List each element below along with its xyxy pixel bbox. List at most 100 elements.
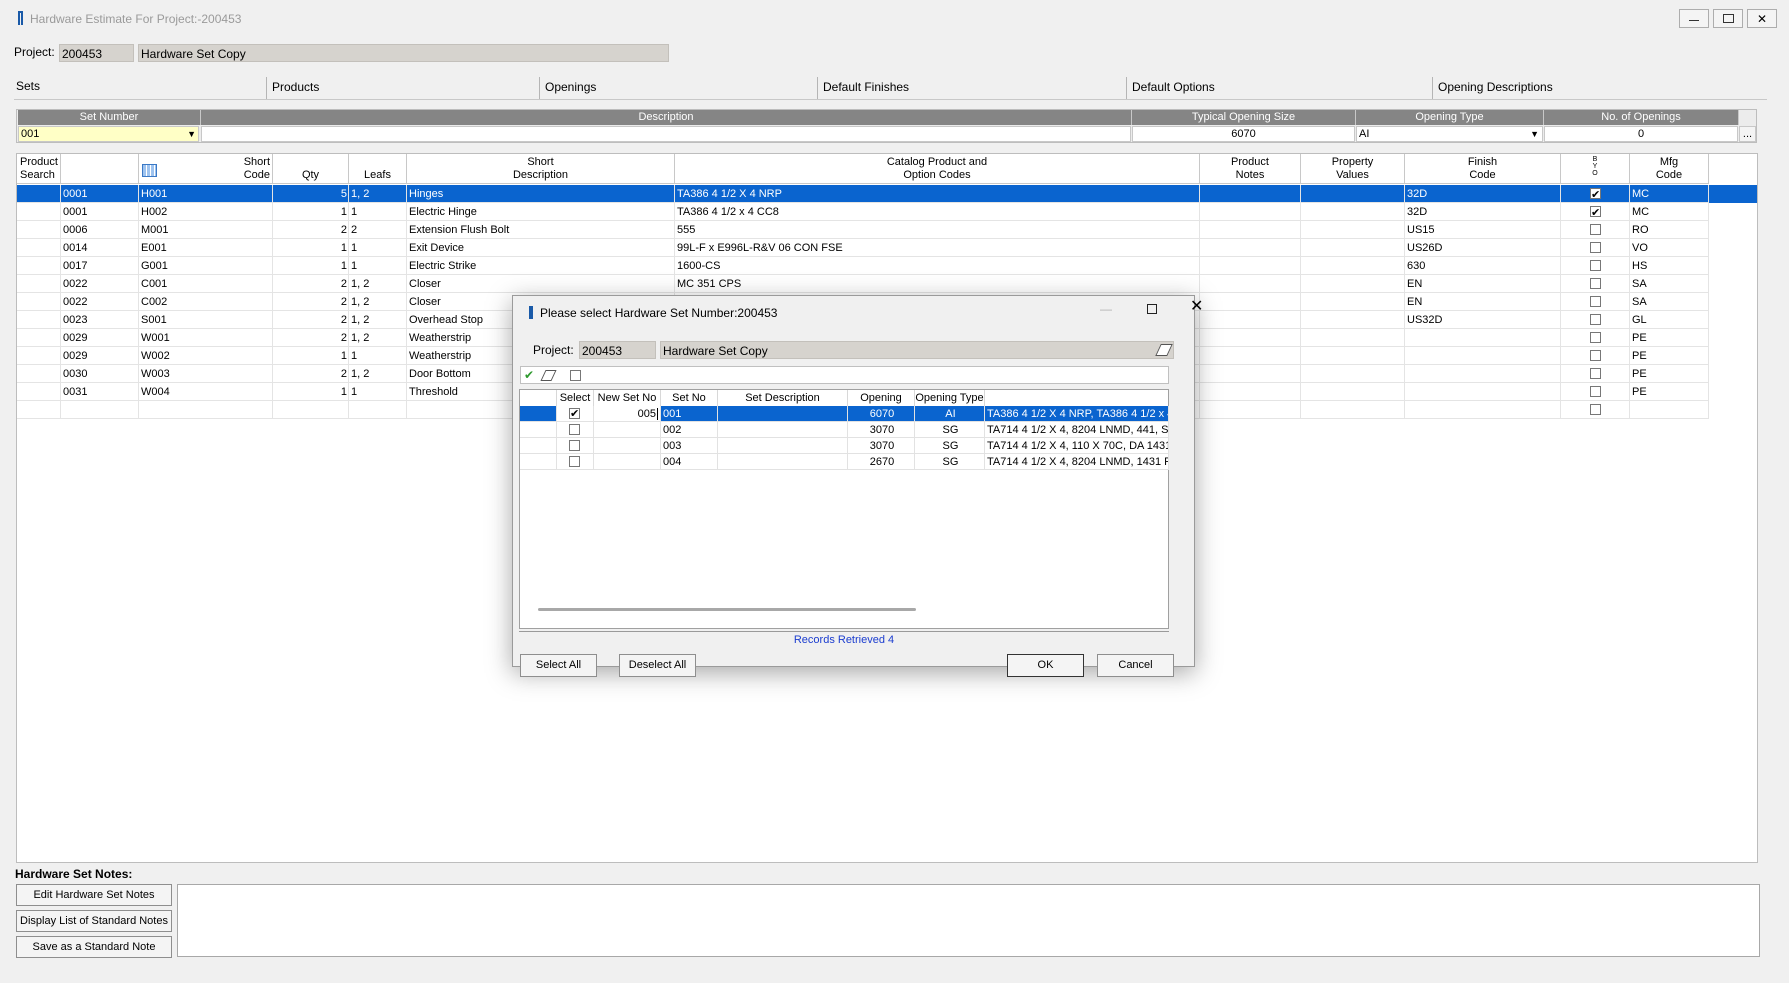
set-no-cell[interactable]: 003 [661, 438, 718, 454]
select-all-button[interactable]: Select All [520, 654, 597, 677]
set-description-cell[interactable] [718, 406, 848, 422]
dialog-minimize-icon[interactable]: — [1100, 302, 1122, 320]
byo-checkbox[interactable] [1590, 260, 1601, 271]
finish-code-cell[interactable]: 32D [1405, 203, 1561, 221]
opening-type-cell[interactable]: SG [915, 454, 985, 470]
product-search-cell[interactable] [17, 239, 61, 257]
products-cell[interactable]: TA714 4 1/2 X 4, 110 X 70C, DA 1431 O, [985, 438, 1169, 454]
calendar-icon[interactable] [142, 164, 157, 177]
display-standard-notes-button[interactable]: Display List of Standard Notes [16, 910, 172, 932]
opening-size-cell[interactable]: 2670 [848, 454, 915, 470]
qty-cell[interactable]: 2 [273, 221, 349, 239]
set-no-cell[interactable]: 004 [661, 454, 718, 470]
leafs-cell[interactable]: 1, 2 [349, 311, 407, 329]
opening-size-cell[interactable]: 6070 [848, 406, 915, 422]
byo-checkbox[interactable] [1590, 332, 1601, 343]
notes-textarea[interactable] [177, 884, 1760, 957]
mfg-code-cell[interactable]: HS [1630, 257, 1709, 275]
catalog-cell[interactable]: 1600-CS [675, 257, 1200, 275]
finish-code-cell[interactable]: 630 [1405, 257, 1561, 275]
leafs-cell[interactable]: 1, 2 [349, 185, 407, 203]
mfg-code-cell[interactable]: PE [1630, 347, 1709, 365]
mfg-code-cell[interactable]: RO [1630, 221, 1709, 239]
select-checkbox[interactable] [569, 456, 580, 467]
products-cell[interactable]: TA714 4 1/2 X 4, 8204 LNMD, 441, SR64 [985, 422, 1169, 438]
finish-code-cell[interactable]: US15 [1405, 221, 1561, 239]
dialog-maximize-icon[interactable] [1147, 304, 1157, 314]
id-cell[interactable]: 0023 [61, 311, 139, 329]
set-description-cell[interactable] [718, 438, 848, 454]
edit-hardware-set-notes-button[interactable]: Edit Hardware Set Notes [16, 884, 172, 906]
id-cell[interactable]: 0029 [61, 347, 139, 365]
qty-cell[interactable]: 2 [273, 329, 349, 347]
product-notes-cell[interactable] [1200, 203, 1301, 221]
id-cell[interactable]: 0029 [61, 329, 139, 347]
byo-checkbox[interactable] [1590, 224, 1601, 235]
product-search-cell[interactable] [17, 329, 61, 347]
qty-cell[interactable]: 1 [273, 257, 349, 275]
property-values-cell[interactable] [1301, 257, 1405, 275]
property-values-cell[interactable] [1301, 203, 1405, 221]
tab-openings[interactable]: Openings [539, 77, 817, 99]
dialog-table-row[interactable]: 004 2670 SG TA714 4 1/2 X 4, 8204 LNMD, 143… [520, 454, 1169, 470]
tab-opening-descriptions[interactable]: Opening Descriptions [1432, 77, 1767, 99]
close-button[interactable]: ✕ [1747, 9, 1777, 28]
leafs-cell[interactable]: 1 [349, 383, 407, 401]
product-notes-cell[interactable] [1200, 401, 1301, 419]
product-notes-cell[interactable] [1200, 329, 1301, 347]
product-notes-cell[interactable] [1200, 311, 1301, 329]
restore-button[interactable] [1713, 9, 1743, 28]
property-values-cell[interactable] [1301, 185, 1405, 203]
product-notes-cell[interactable] [1200, 239, 1301, 257]
catalog-cell[interactable]: 555 [675, 221, 1200, 239]
table-row[interactable]: 0022 C001 2 1, 2 Closer MC 351 CPS EN SA [17, 275, 1757, 293]
leafs-cell[interactable]: 1 [349, 203, 407, 221]
table-row[interactable]: 0001 H001 5 1, 2 Hinges TA386 4 1/2 X 4 NRP 32… [17, 185, 1757, 203]
products-cell[interactable]: TA386 4 1/2 X 4 NRP, TA386 4 1/2 x 4 CC [985, 406, 1169, 422]
finish-code-cell[interactable] [1405, 401, 1561, 419]
product-search-cell[interactable] [17, 293, 61, 311]
short-code-cell[interactable]: C002 [139, 293, 273, 311]
byo-checkbox[interactable] [1590, 278, 1601, 289]
opening-size-cell[interactable]: 3070 [848, 422, 915, 438]
short-description-cell[interactable]: Electric Hinge [407, 203, 675, 221]
id-cell[interactable] [61, 401, 139, 419]
id-cell[interactable]: 0001 [61, 185, 139, 203]
product-notes-cell[interactable] [1200, 185, 1301, 203]
mfg-code-cell[interactable]: PE [1630, 329, 1709, 347]
short-code-cell[interactable]: W003 [139, 365, 273, 383]
property-values-cell[interactable] [1301, 365, 1405, 383]
set-no-cell[interactable]: 002 [661, 422, 718, 438]
dialog-row-header-cell[interactable] [520, 438, 557, 454]
id-cell[interactable]: 0022 [61, 275, 139, 293]
product-notes-cell[interactable] [1200, 293, 1301, 311]
tab-sets[interactable]: Sets [14, 77, 266, 99]
leafs-cell[interactable]: 1 [349, 347, 407, 365]
product-notes-cell[interactable] [1200, 383, 1301, 401]
finish-code-cell[interactable]: 32D [1405, 185, 1561, 203]
product-notes-cell[interactable] [1200, 365, 1301, 383]
minimize-button[interactable] [1679, 9, 1709, 28]
select-cell[interactable] [557, 406, 594, 422]
cancel-button[interactable]: Cancel [1097, 654, 1174, 677]
dialog-row-header-cell[interactable] [520, 454, 557, 470]
products-cell[interactable]: TA714 4 1/2 X 4, 8204 LNMD, 1431 P9, 1 [985, 454, 1169, 470]
leafs-cell[interactable]: 1, 2 [349, 329, 407, 347]
product-search-cell[interactable] [17, 275, 61, 293]
byo-checkbox[interactable] [1590, 368, 1601, 379]
finish-code-cell[interactable]: EN [1405, 293, 1561, 311]
table-row[interactable]: 0014 E001 1 1 Exit Device 99L-F x E996L-R&V 0… [17, 239, 1757, 257]
ellipsis-button[interactable]: ... [1739, 126, 1756, 142]
short-code-cell[interactable]: S001 [139, 311, 273, 329]
id-cell[interactable]: 0014 [61, 239, 139, 257]
select-cell[interactable] [557, 422, 594, 438]
property-values-cell[interactable] [1301, 293, 1405, 311]
byo-checkbox[interactable] [1590, 350, 1601, 361]
dialog-table-row[interactable]: 005001 6070AITA386 4 1/2 X 4 NRP, TA386 4… [520, 406, 1169, 422]
dialog-table-row[interactable]: 002 3070 SG TA714 4 1/2 X 4, 8204 LNMD, 441… [520, 422, 1169, 438]
eraser-icon[interactable] [1155, 344, 1173, 356]
finish-code-cell[interactable]: US26D [1405, 239, 1561, 257]
short-description-cell[interactable]: Hinges [407, 185, 675, 203]
byo-checkbox[interactable] [1590, 296, 1601, 307]
qty-cell[interactable]: 1 [273, 239, 349, 257]
